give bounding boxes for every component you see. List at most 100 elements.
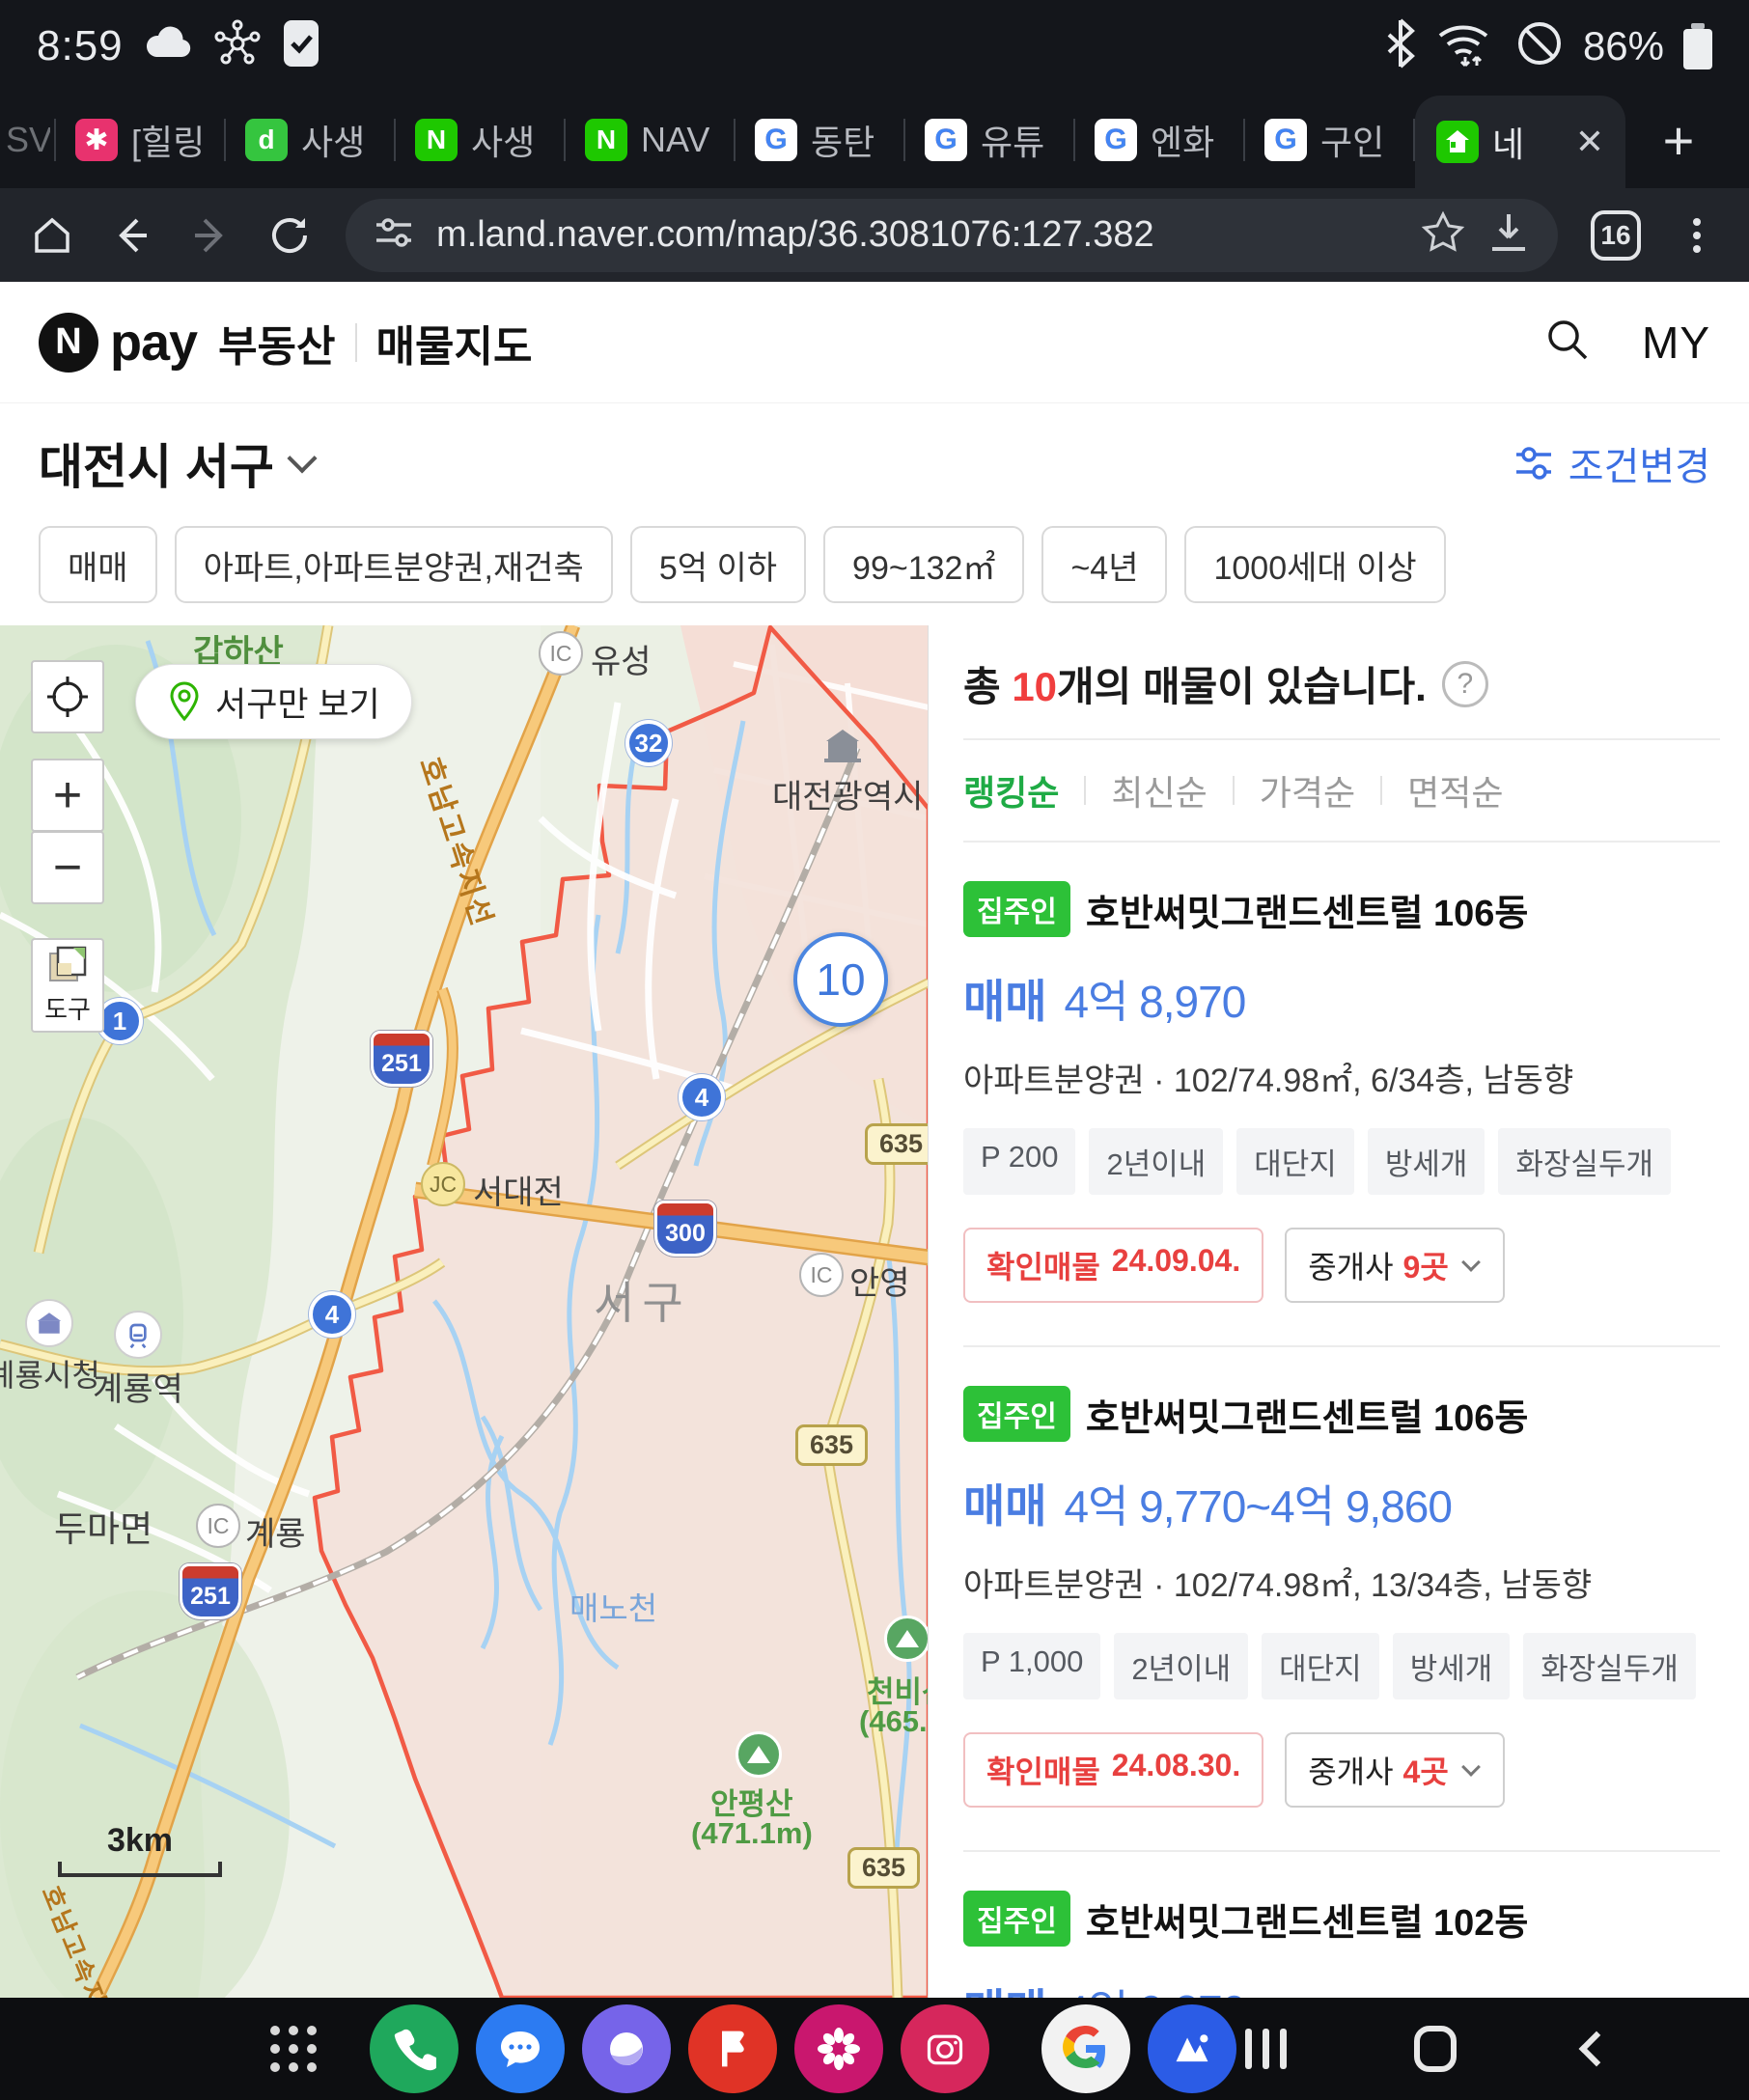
filter-chip-area[interactable]: 99~132㎡ — [823, 526, 1024, 603]
my-menu[interactable]: MY — [1642, 317, 1710, 369]
owner-badge: 집주인 — [963, 1891, 1070, 1947]
browser-tab-0[interactable]: ✱ [힐링 — [56, 92, 226, 188]
listing-cluster-marker[interactable]: 10 — [793, 932, 888, 1027]
chevron-down-icon — [1461, 1757, 1481, 1777]
filter-chip-type[interactable]: 아파트,아파트분양권,재건축 — [175, 526, 613, 603]
map-label-district: 서구 — [594, 1268, 691, 1332]
map-tools-button[interactable]: 도구 — [31, 938, 104, 1033]
zoom-out-button[interactable]: − — [31, 831, 104, 904]
site-settings-icon[interactable] — [373, 211, 415, 259]
browser-tab-active[interactable]: 네 ✕ — [1415, 96, 1625, 188]
route-shield-300: 300 — [654, 1201, 716, 1257]
route-shield-4: 4 — [679, 1074, 725, 1120]
listing-tag: 대단지 — [1262, 1633, 1379, 1699]
listing-tag: P 200 — [963, 1128, 1075, 1195]
browser-tab-4[interactable]: G 동탄 — [736, 92, 905, 188]
route-shield-4: 4 — [309, 1291, 355, 1338]
red-flag-app-icon[interactable] — [688, 2004, 777, 2093]
recents-key-icon[interactable] — [1245, 2029, 1287, 2069]
region-selector[interactable]: 대전시 서구 — [39, 428, 274, 498]
filter-chip-households[interactable]: 1000세대 이상 — [1184, 526, 1445, 603]
browser-tab-1[interactable]: d 사생 — [226, 92, 396, 188]
sort-price[interactable]: 가격순 — [1260, 765, 1355, 815]
url-text[interactable]: m.land.naver.com/map/36.3081076:127.382 — [436, 214, 1400, 256]
browser-tab-5[interactable]: G 유튜 — [905, 92, 1075, 188]
listing-card[interactable]: 집주인 호반써밋그랜드센트럴 102동 매매 4억 9,270 아파트분양권 ·… — [963, 1852, 1720, 1998]
scale-bar — [58, 1862, 222, 1877]
messages-app-icon[interactable] — [476, 2004, 565, 2093]
listing-tag: 대단지 — [1236, 1128, 1354, 1195]
back-icon[interactable] — [108, 212, 154, 259]
naver-pay-logo[interactable]: N pay 부동산 — [39, 312, 336, 373]
agent-count-dropdown[interactable]: 중개사 9곳 — [1285, 1228, 1505, 1303]
battery-icon — [1683, 23, 1712, 69]
listing-details: 아파트분양권 · 102/74.98㎡, 6/34층, 남동향 — [963, 1054, 1720, 1101]
home-icon[interactable] — [29, 212, 75, 259]
sort-ranking[interactable]: 랭킹순 — [963, 765, 1059, 815]
app-drawer-button[interactable] — [270, 2026, 317, 2072]
battery-percent: 86% — [1583, 23, 1664, 69]
browser-tab-2[interactable]: N 사생 — [396, 92, 566, 188]
listing-tag: 방세개 — [1393, 1633, 1511, 1699]
confirmed-listing-box: 확인매물 24.08.30. — [963, 1732, 1263, 1808]
map-label-mountain3-elev: (471.1m) — [691, 1816, 813, 1851]
download-icon[interactable] — [1486, 210, 1531, 260]
locate-me-button[interactable] — [31, 660, 104, 733]
chevron-down-icon — [287, 443, 317, 473]
train-station-poi-icon — [114, 1311, 162, 1359]
browser-tab-7[interactable]: G 구인 — [1245, 92, 1415, 188]
camera-app-icon[interactable] — [901, 2004, 989, 2093]
filter-chip-age[interactable]: ~4년 — [1041, 526, 1167, 603]
condition-change-button[interactable]: 조건변경 — [1513, 435, 1710, 491]
google-g-favicon: G — [755, 119, 797, 161]
new-tab-button[interactable]: + — [1625, 92, 1732, 188]
google-g-favicon: G — [1095, 119, 1137, 161]
home-key-icon[interactable] — [1414, 2026, 1457, 2072]
map-label-city: 대전광역시 — [772, 770, 923, 817]
do-not-disturb-icon — [1515, 19, 1564, 72]
sliders-icon — [1513, 442, 1555, 484]
close-tab-icon[interactable]: ✕ — [1575, 122, 1604, 162]
map-label-mountain2-elev: (465.6 — [859, 1704, 929, 1739]
google-app-icon[interactable] — [1041, 2004, 1130, 2093]
reload-icon[interactable] — [266, 212, 313, 259]
phone-app-icon[interactable] — [370, 2004, 458, 2093]
samsung-internet-app-icon[interactable] — [582, 2004, 671, 2093]
filter-chip-trade[interactable]: 매매 — [39, 526, 157, 603]
sort-newest[interactable]: 최신순 — [1111, 765, 1207, 815]
tab-counter[interactable]: 16 — [1591, 210, 1641, 261]
url-bar[interactable]: m.land.naver.com/map/36.3081076:127.382 — [346, 199, 1558, 272]
browser-tab-3[interactable]: N NAV — [566, 92, 736, 188]
listing-card[interactable]: 집주인 호반써밋그랜드센트럴 106동 매매 4억 9,770~4억 9,860… — [963, 1347, 1720, 1852]
blue-peaks-app-icon[interactable] — [1148, 2004, 1236, 2093]
listing-title: 호반써밋그랜드센트럴 106동 — [1086, 883, 1529, 936]
listing-tag: 방세개 — [1368, 1128, 1485, 1195]
chevron-down-icon — [1461, 1253, 1481, 1272]
filter-chip-price[interactable]: 5억 이하 — [630, 526, 806, 603]
route-shield-251: 251 — [371, 1031, 432, 1087]
sort-area[interactable]: 면적순 — [1407, 765, 1503, 815]
zoom-in-button[interactable]: + — [31, 759, 104, 832]
flower-app-icon[interactable] — [794, 2004, 883, 2093]
listing-price: 4억 9,270 — [1064, 1976, 1245, 1998]
help-icon[interactable]: ? — [1442, 661, 1488, 707]
status-bar: 8:59 — [0, 0, 1749, 92]
bluetooth-icon — [1384, 18, 1417, 73]
site-header: N pay 부동산 매물지도 MY — [0, 282, 1749, 403]
layers-icon — [46, 946, 89, 984]
map-label-yuseong: 유성 — [591, 635, 652, 682]
forward-icon[interactable] — [187, 212, 234, 259]
bookmark-star-icon[interactable] — [1421, 210, 1465, 260]
search-icon[interactable] — [1543, 316, 1592, 369]
confirmed-listing-box: 확인매물 24.09.04. — [963, 1228, 1263, 1303]
show-only-region-button[interactable]: 서구만 보기 — [135, 664, 412, 739]
browser-tab-partial[interactable]: SV — [0, 92, 56, 188]
listing-card[interactable]: 집주인 호반써밋그랜드센트럴 106동 매매 4억 8,970 아파트분양권 ·… — [963, 843, 1720, 1347]
route-shield-251: 251 — [180, 1563, 241, 1619]
back-key-icon[interactable] — [1579, 2031, 1615, 2067]
daangn-d-favicon: d — [245, 119, 288, 161]
map-canvas[interactable]: 갑하산 (468.7m) IC 유성 32 대전광역시 251 호남고속지선 J… — [0, 625, 929, 1998]
agent-count-dropdown[interactable]: 중개사 4곳 — [1285, 1732, 1505, 1808]
menu-kebab-icon[interactable] — [1674, 212, 1720, 259]
browser-tab-6[interactable]: G 엔화 — [1075, 92, 1245, 188]
